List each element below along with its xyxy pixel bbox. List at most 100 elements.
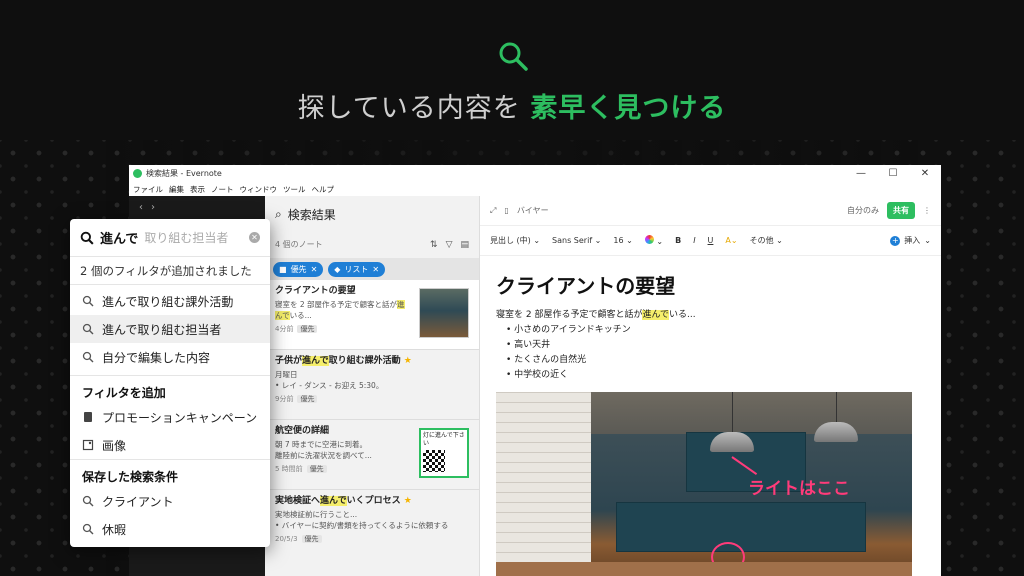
share-button[interactable]: 共有 xyxy=(887,202,915,219)
menu-note[interactable]: ノート xyxy=(211,184,234,195)
note-list-title: 検索結果 xyxy=(287,208,336,222)
search-input[interactable]: 進んで 取り組む担当者 ✕ xyxy=(70,219,270,257)
para-text: いる... xyxy=(669,310,696,320)
note-card[interactable]: 子供が進んで取り組む課外活動 ★ 月曜日 • レイ - ダンス - お迎え 5:… xyxy=(265,350,479,420)
expand-icon[interactable]: ⤢ xyxy=(490,206,496,216)
snippet-text: 寝室を 2 部屋作る予定で顧客と話が xyxy=(275,300,398,309)
close-button[interactable]: ✕ xyxy=(909,168,941,179)
suggestion-item[interactable]: 進んで取り組む課外活動 xyxy=(70,287,270,315)
underline-button[interactable]: U xyxy=(708,236,714,245)
thumbnail-text: 灯に進んで下さい xyxy=(423,432,465,447)
bold-button[interactable]: B xyxy=(675,236,681,245)
more-format-dropdown[interactable]: その他 ⌄ xyxy=(750,235,783,246)
size-dropdown[interactable]: 16 ⌄ xyxy=(613,236,632,245)
suggestion-item[interactable]: 進んで取り組む担当者 xyxy=(70,315,270,343)
suggestion-label: 自分で編集した内容 xyxy=(102,350,211,365)
note-snippet: 寝室を 2 部屋作る予定で顧客と話が進んでいる... xyxy=(275,299,410,321)
saved-search-item[interactable]: クライアント xyxy=(70,487,270,515)
plus-icon: + xyxy=(890,235,901,246)
note-card[interactable]: クライアントの要望 寝室を 2 部屋作る予定で顧客と話が進んでいる... 4分前… xyxy=(265,280,479,350)
note-title: 実地検証へ進んでいくプロセス ★ xyxy=(275,496,469,507)
title-highlight: 進んで xyxy=(320,496,347,506)
saved-search-label: 休暇 xyxy=(102,522,127,537)
note-tag: 優先 xyxy=(306,465,327,473)
filter-chip[interactable]: ■ 優先 ✕ xyxy=(273,261,324,277)
view-options-icon[interactable]: ▤ xyxy=(460,240,469,250)
forward-arrow-icon[interactable]: › xyxy=(151,202,163,213)
notebook-name[interactable]: バイヤー xyxy=(517,205,549,216)
search-icon xyxy=(82,295,94,307)
heading-label: 見出し (中) xyxy=(490,236,531,245)
search-icon xyxy=(82,351,94,363)
search-icon xyxy=(82,323,94,335)
window-title: 検索結果 - Evernote xyxy=(146,169,222,178)
title-bar: 検索結果 - Evernote — ☐ ✕ xyxy=(129,165,941,182)
remove-chip-icon[interactable]: ✕ xyxy=(372,265,379,274)
note-card[interactable]: 航空便の詳細 朝 7 時までに空港に到着。 離陸前に洗濯状況を調べて... 5 … xyxy=(265,420,479,490)
add-filter-heading: フィルタを追加 xyxy=(70,375,270,403)
search-icon xyxy=(80,231,94,245)
note-list: ⌕ 検索結果 4 個のノート ⇅ ▽ ▤ ■ 優先 ✕ ◆ リスト ✕ クライアントの要… xyxy=(265,196,480,576)
note-time: 4分前 xyxy=(275,325,294,333)
note-body[interactable]: クライアントの要望 寝室を 2 部屋作る予定で顧客と話が進んでいる... 小さめ… xyxy=(480,256,941,397)
clear-search-icon[interactable]: ✕ xyxy=(249,232,260,243)
cabinet xyxy=(616,502,866,552)
menu-help[interactable]: ヘルプ xyxy=(312,184,335,195)
text-color-button[interactable]: ⌄ xyxy=(644,235,663,246)
insert-button[interactable]: + 挿入 ⌄ xyxy=(890,235,931,246)
minimize-button[interactable]: — xyxy=(845,168,877,179)
snippet-text: いる... xyxy=(289,311,312,320)
title-text: いくプロセス xyxy=(346,496,401,506)
note-card[interactable]: 実地検証へ進んでいくプロセス ★ 実地検証前に行うこと... • バイヤーに契約… xyxy=(265,490,479,560)
menu-tools[interactable]: ツール xyxy=(283,184,306,195)
list-item: 中学校の近く xyxy=(506,368,925,383)
sort-icon[interactable]: ⇅ xyxy=(430,240,438,250)
heading-dropdown[interactable]: 見出し (中) ⌄ xyxy=(490,235,540,246)
note-time: 5 時間前 xyxy=(275,465,303,473)
back-arrow-icon[interactable]: ‹ xyxy=(139,202,151,213)
more-options-icon[interactable]: ⋮ xyxy=(923,206,931,215)
font-dropdown[interactable]: Sans Serif ⌄ xyxy=(552,236,601,245)
format-toolbar: 見出し (中) ⌄ Sans Serif ⌄ 16 ⌄ ⌄ B I U A⌄ そ… xyxy=(480,226,941,256)
note-paragraph: 寝室を 2 部屋作る予定で顧客と話が進んでいる... xyxy=(496,307,925,320)
saved-search-item[interactable]: 休暇 xyxy=(70,515,270,543)
note-time: 20/5/3 xyxy=(275,535,298,543)
menu-view[interactable]: 表示 xyxy=(190,184,205,195)
size-label: 16 xyxy=(613,236,624,245)
lamp-wire xyxy=(836,392,837,422)
filter-option[interactable]: プロモーションキャンペーン xyxy=(70,403,270,431)
highlight-icon[interactable]: A⌄ xyxy=(725,236,737,245)
filter-option[interactable]: 画像 xyxy=(70,431,270,459)
para-text: 寝室を 2 部屋作る予定で顧客と話が xyxy=(496,310,643,320)
search-icon xyxy=(82,495,94,507)
remove-chip-icon[interactable]: ✕ xyxy=(311,265,318,274)
menu-file[interactable]: ファイル xyxy=(133,184,163,195)
note-tag: 優先 xyxy=(301,535,322,543)
list-item: 小さめのアイランドキッチン xyxy=(506,323,925,338)
notebook-icon xyxy=(84,412,92,422)
pendant-lamp xyxy=(710,432,754,452)
list-item: たくさんの自然光 xyxy=(506,353,925,368)
notebook-icon: ■ xyxy=(279,264,287,274)
headline: 探している内容を 素早く見つける xyxy=(0,86,1024,125)
notebook-icon: ▯ xyxy=(504,206,509,215)
suggestion-label: 進んで取り組む課外活動 xyxy=(102,294,234,309)
menu-edit[interactable]: 編集 xyxy=(169,184,184,195)
filters-added-notice: 2 個のフィルタが追加されました xyxy=(70,257,270,285)
filter-icon[interactable]: ▽ xyxy=(446,240,453,250)
note-title: 子供が進んで取り組む課外活動 ★ xyxy=(275,356,469,367)
image-icon xyxy=(82,439,94,451)
note-snippet: 月曜日 xyxy=(275,370,298,379)
note-count: 4 個のノート xyxy=(275,240,323,249)
italic-button[interactable]: I xyxy=(693,236,695,245)
filter-chip[interactable]: ◆ リスト ✕ xyxy=(328,261,386,277)
menu-window[interactable]: ウィンドウ xyxy=(240,184,278,195)
search-popup: 進んで 取り組む担当者 ✕ 2 個のフィルタが追加されました 進んで取り組む課外… xyxy=(70,219,270,547)
more-label: その他 xyxy=(749,236,774,245)
suggestion-item[interactable]: 自分で編集した内容 xyxy=(70,343,270,371)
suggestion-label: 進んで取り組む担当者 xyxy=(102,322,222,337)
pendant-lamp xyxy=(814,422,858,442)
maximize-button[interactable]: ☐ xyxy=(877,168,909,179)
para-highlight: 進んで xyxy=(642,310,670,320)
qr-code-icon xyxy=(423,450,445,472)
